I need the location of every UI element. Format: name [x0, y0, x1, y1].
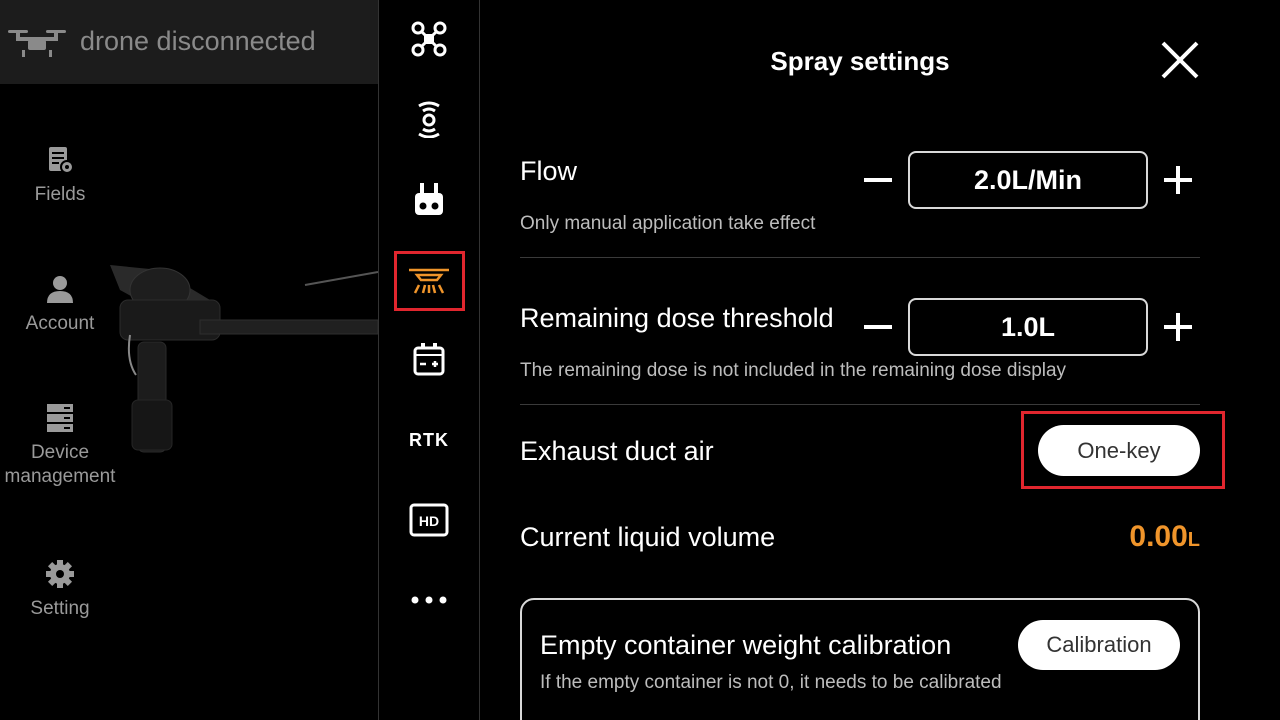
sidebar-item-label: Setting	[30, 598, 90, 619]
dose-increase-button[interactable]	[1160, 309, 1196, 345]
exhaust-label: Exhaust duct air	[520, 436, 714, 466]
gear-icon	[46, 560, 74, 588]
settings-category-column: RTK HD	[378, 0, 480, 720]
signal-icon	[418, 101, 440, 138]
remote-controller-icon	[415, 183, 443, 215]
aircraft-settings-tab[interactable]	[379, 14, 479, 64]
liquid-volume-label: Current liquid volume	[520, 522, 776, 552]
liquid-volume-unit: L	[1187, 529, 1200, 551]
sidebar-item-label: Device management	[4, 442, 116, 487]
image-transmission-tab[interactable]: HD	[379, 495, 479, 545]
divider	[520, 257, 1200, 258]
spray-tab-highlight	[394, 251, 465, 311]
sidebar-item-label: Account	[25, 313, 95, 334]
sidebar-item-label: Fields	[34, 184, 86, 205]
hd-icon: HD	[409, 503, 449, 537]
drone-image	[110, 265, 378, 453]
calibration-title: Empty container weight calibration	[540, 630, 952, 660]
plus-icon	[1164, 166, 1192, 194]
calibration-hint: If the empty container is not 0, it need…	[540, 672, 1002, 693]
connection-status: drone disconnected	[80, 26, 316, 56]
sidebar-item-fields[interactable]: Fields	[0, 145, 120, 207]
divider	[520, 404, 1200, 405]
status-bar: drone disconnected	[0, 0, 378, 84]
drone-icon	[8, 30, 66, 57]
flow-increase-button[interactable]	[1160, 162, 1196, 198]
flow-label: Flow	[520, 156, 578, 186]
one-key-highlight	[1021, 411, 1225, 489]
calibration-card: Empty container weight calibration If th…	[520, 598, 1200, 720]
drone-icon	[411, 21, 447, 57]
plus-icon	[1164, 313, 1192, 341]
rtk-label: RTK	[409, 429, 449, 450]
fields-icon	[49, 147, 74, 174]
dose-decrease-button[interactable]	[860, 309, 896, 345]
sensing-settings-tab[interactable]	[379, 93, 479, 143]
page-title: Spray settings	[770, 46, 950, 76]
sidebar-item-account[interactable]: Account	[0, 274, 120, 336]
left-sidebar: drone disconnected Fields Account Device…	[0, 0, 378, 720]
flow-hint: Only manual application take effect	[520, 213, 816, 234]
sidebar-item-setting[interactable]: Setting	[0, 559, 120, 621]
battery-settings-tab[interactable]	[379, 334, 479, 384]
device-icon	[47, 404, 73, 432]
flow-value-field[interactable]: 2.0L/Min	[908, 151, 1148, 209]
battery-icon	[413, 343, 445, 376]
dose-hint: The remaining dose is not included in th…	[520, 360, 1067, 381]
sidebar-item-device-management[interactable]: Device management	[0, 403, 120, 489]
spray-settings-panel: Spray settings Flow 2.0L/Min Only manual…	[480, 0, 1280, 720]
svg-text:HD: HD	[419, 513, 439, 529]
minus-icon	[864, 325, 892, 329]
liquid-volume-value: 0.00L	[1060, 520, 1200, 554]
more-icon	[411, 596, 447, 604]
rtk-settings-tab[interactable]: RTK	[379, 415, 479, 465]
minus-icon	[864, 178, 892, 182]
account-icon	[47, 276, 73, 303]
close-icon[interactable]	[1160, 40, 1200, 80]
dose-value-field[interactable]: 1.0L	[908, 298, 1148, 356]
more-settings-tab[interactable]	[379, 575, 479, 625]
remote-controller-tab[interactable]	[379, 175, 479, 225]
dose-threshold-label: Remaining dose threshold	[520, 303, 834, 333]
flow-decrease-button[interactable]	[860, 162, 896, 198]
calibration-button[interactable]: Calibration	[1018, 620, 1180, 670]
liquid-volume-number: 0.00	[1129, 520, 1188, 553]
